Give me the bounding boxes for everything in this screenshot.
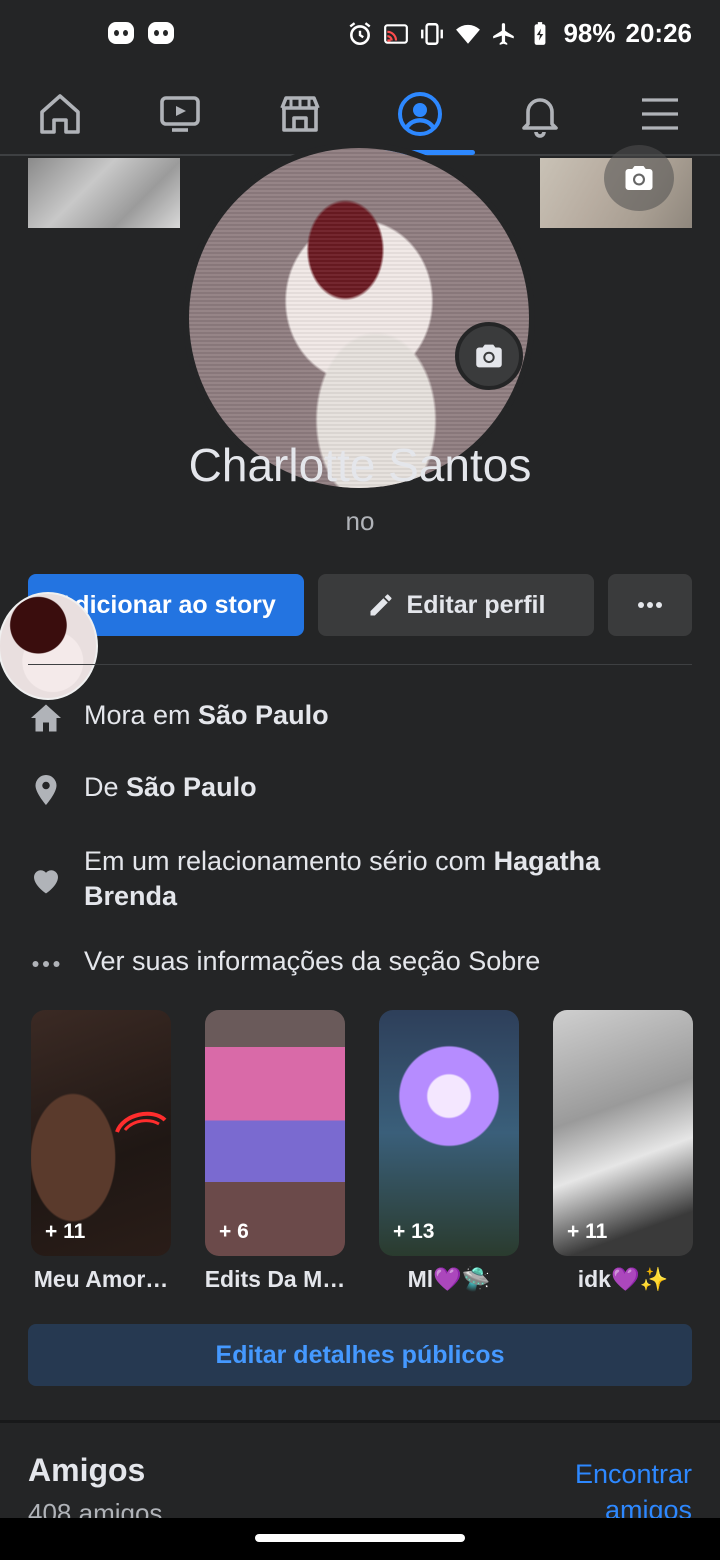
edit-profile-picture-button[interactable] [455,322,523,390]
house-icon [28,700,64,736]
detail-lives-in: Mora em São Paulo [28,700,692,736]
discord-notification-icon [148,22,174,44]
cover-photo[interactable] [28,158,180,228]
heart-icon [28,862,64,898]
featured-collection[interactable]: + 13 [379,1010,519,1256]
tab-menu[interactable] [605,72,715,156]
camera-icon [476,344,502,368]
featured-collection[interactable]: + 11 [31,1010,171,1256]
edit-public-details-button[interactable]: Editar detalhes públicos [28,1324,692,1386]
profile-icon [398,92,442,136]
edit-profile-button[interactable]: Editar perfil [318,574,594,636]
detail-relationship: Em um relacionamento sério com Hagatha B… [28,844,692,914]
featured-count: + 11 [567,1220,608,1243]
location-pin-icon [28,772,64,808]
featured-count: + 11 [45,1220,86,1243]
battery-charging-icon [527,21,553,47]
about-section-link[interactable]: Ver suas informações da seção Sobre [28,946,692,982]
friends-title: Amigos [28,1452,146,1488]
bell-icon [522,98,558,138]
camera-icon [625,166,653,190]
edit-profile-label: Editar perfil [406,590,546,619]
profile-picture-image [189,148,529,488]
pencil-icon [370,594,392,616]
profile-bio: no [345,506,375,536]
vibrate-icon [419,21,445,47]
tab-notifications[interactable] [485,72,595,156]
featured-collection[interactable]: + 11 [553,1010,693,1256]
tab-home[interactable] [5,72,115,156]
clock: 20:26 [625,18,693,48]
doodle-decoration [115,1111,167,1133]
more-dots-icon [28,946,64,982]
battery-percent: 98% [563,18,616,48]
featured-label: Meu Amor… [33,1266,169,1292]
detail-relationship-prefix: Em um relacionamento sério com [84,846,494,876]
edit-public-details-label: Editar detalhes públicos [215,1340,505,1369]
messenger-chat-head[interactable] [0,592,98,700]
featured-count: + 13 [393,1220,435,1243]
store-icon [280,96,320,132]
detail-lives-city[interactable]: São Paulo [198,700,329,730]
featured-label: idk💜✨ [577,1266,669,1292]
discord-notification-icon [108,22,134,44]
alarm-icon [347,21,373,47]
section-divider [0,1420,720,1423]
about-section-label: Ver suas informações da seção Sobre [84,946,541,976]
detail-from-city[interactable]: São Paulo [126,772,257,802]
status-bar: 98% 20:26 [0,0,720,72]
featured-label: Ml💜🛸 [407,1266,491,1292]
video-icon [160,96,200,132]
home-gesture-handle[interactable] [255,1534,465,1542]
divider [28,664,692,665]
detail-from: De São Paulo [28,772,692,808]
more-options-button[interactable] [608,574,692,636]
featured-label: Edits Da M… [204,1266,346,1292]
profile-name: Charlotte Santos [188,439,532,491]
detail-from-prefix: De [84,772,127,802]
detail-lives-prefix: Mora em [84,700,199,730]
featured-collection[interactable]: + 6 [205,1010,345,1256]
hamburger-menu-icon [642,98,678,130]
featured-count: + 6 [219,1220,249,1243]
wifi-icon [455,21,481,47]
home-icon [40,94,80,134]
airplane-mode-icon [491,21,517,47]
tab-watch[interactable] [125,72,235,156]
edit-cover-photo-button[interactable] [604,145,674,211]
more-dots-icon [638,602,662,608]
cast-icon [383,21,409,47]
